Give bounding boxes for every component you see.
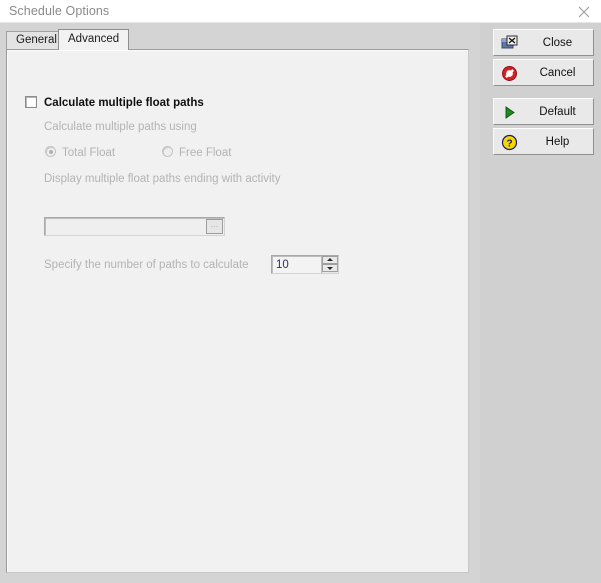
title-bar: Schedule Options [0, 0, 601, 23]
default-button[interactable]: Default [493, 98, 594, 125]
free-float-label: Free Float [179, 147, 232, 159]
total-float-label: Total Float [62, 147, 116, 159]
total-float-radio[interactable] [45, 146, 56, 157]
svg-text:?: ? [506, 138, 512, 149]
calculate-multiple-float-paths-row[interactable]: Calculate multiple float paths [25, 93, 204, 111]
cancel-prohibition-icon [501, 65, 518, 82]
tabbed-region: General Advanced Calculate multiple floa… [0, 23, 480, 583]
chevron-down-icon [327, 267, 333, 270]
help-question-icon: ? [501, 134, 518, 151]
tab-advanced[interactable]: Advanced [58, 29, 130, 50]
help-button-label: Help [545, 135, 570, 148]
display-ending-activity-field[interactable]: ... [44, 217, 225, 236]
command-button-panel: Close Cancel Default ? Help [480, 23, 601, 583]
advanced-tab-panel: Calculate multiple float paths Calculate… [6, 49, 469, 573]
help-button[interactable]: ? Help [493, 128, 594, 155]
number-of-paths-stepper[interactable] [271, 255, 339, 274]
number-of-paths-spin-buttons [321, 256, 338, 273]
tab-strip: General Advanced [6, 29, 476, 50]
close-button[interactable]: Close [493, 29, 594, 56]
display-ending-activity-input[interactable] [45, 218, 205, 235]
spinner-down-button[interactable] [322, 264, 338, 272]
cancel-button[interactable]: Cancel [493, 59, 594, 86]
schedule-options-dialog: Schedule Options General Advanced Calcul… [0, 0, 601, 583]
spinner-up-button[interactable] [322, 256, 338, 264]
calculate-multiple-float-paths-checkbox[interactable] [25, 96, 37, 108]
number-of-paths-label: Specify the number of paths to calculate [44, 259, 249, 271]
free-float-radio-row[interactable]: Free Float [162, 143, 231, 161]
calculate-multiple-float-paths-label: Calculate multiple float paths [44, 97, 204, 109]
free-float-radio[interactable] [162, 146, 173, 157]
total-float-radio-row[interactable]: Total Float [45, 143, 115, 161]
chevron-up-icon [327, 258, 333, 261]
calculate-paths-using-label: Calculate multiple paths using [44, 121, 197, 133]
cancel-button-label: Cancel [539, 66, 576, 79]
display-ending-activity-label: Display multiple float paths ending with… [44, 173, 281, 185]
window-title: Schedule Options [9, 4, 110, 18]
close-button-label: Close [542, 36, 573, 49]
close-window-icon [501, 35, 518, 52]
close-x-icon[interactable] [575, 3, 593, 20]
default-button-label: Default [539, 105, 576, 118]
play-triangle-icon [501, 104, 518, 121]
number-of-paths-input[interactable] [272, 256, 320, 273]
browse-ellipsis-button[interactable]: ... [206, 219, 223, 234]
